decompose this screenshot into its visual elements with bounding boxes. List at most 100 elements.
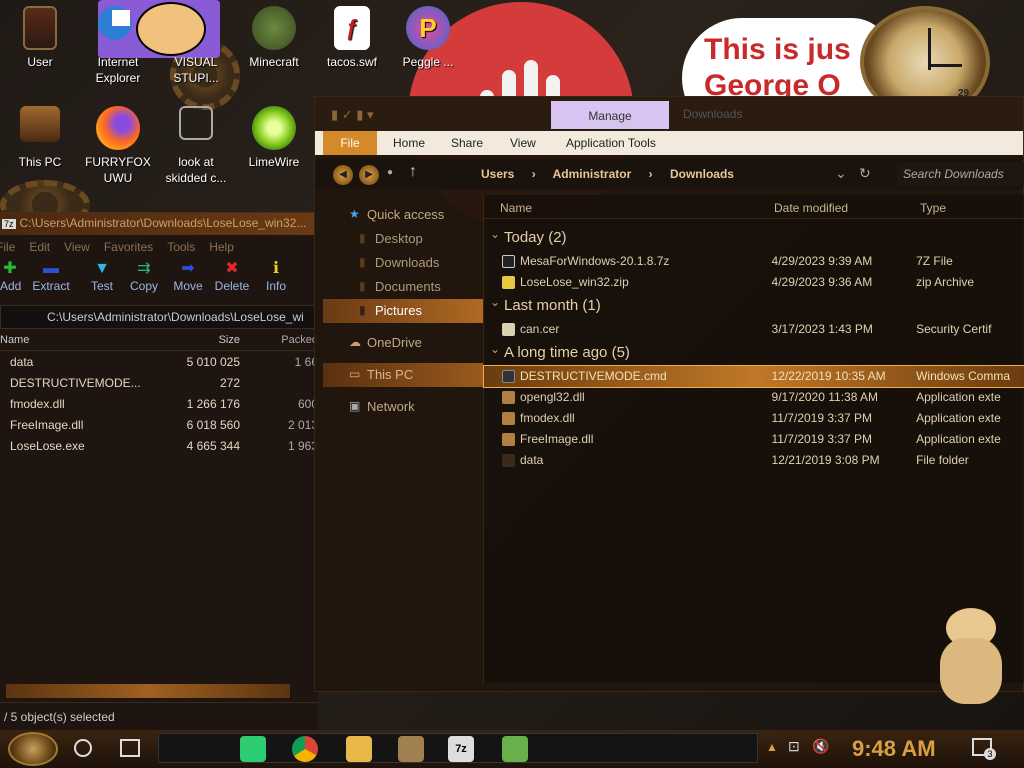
chevron-up-icon[interactable]: ▲	[766, 740, 778, 754]
col-name[interactable]: Name	[484, 201, 774, 218]
table-row[interactable]: LoseLose.exe 4 665 344 1 963	[0, 435, 318, 456]
list-item[interactable]: LoseLose_win32.zip 4/29/2023 9:36 AM zip A…	[484, 272, 1024, 293]
copy-button[interactable]: ⇉ Copy	[122, 259, 166, 303]
list-item[interactable]: opengl32.dll 9/17/2020 11:38 AM Applicatio…	[484, 387, 1024, 408]
col-date-modified[interactable]: Date modified	[774, 201, 920, 218]
explorer-title-bar[interactable]: ▮ ✓ ▮ ▾ Manage Downloads	[315, 97, 1023, 131]
nav-this-pc[interactable]: ▭ This PC	[323, 363, 483, 387]
menu-file[interactable]: File	[0, 240, 15, 254]
desktop-icon-skidded[interactable]: look at skidded c...	[156, 106, 236, 186]
7zip-horizontal-scrollbar[interactable]	[6, 684, 290, 698]
7zip-icon[interactable]: 7z	[448, 736, 474, 762]
network-status-icon[interactable]: ⊡	[788, 738, 800, 755]
list-item[interactable]: MesaForWindows-20.1.8.7z 4/29/2023 9:39 A…	[484, 251, 1024, 272]
nav-downloads[interactable]: ▮ Downloads	[323, 251, 483, 275]
row-name: data	[10, 355, 34, 369]
tab-application-tools[interactable]: Application Tools	[566, 131, 656, 155]
col-size[interactable]: Size	[150, 334, 242, 350]
nav-label: Pictures	[375, 303, 422, 318]
up-arrow-icon[interactable]: ↑	[409, 163, 417, 181]
desktop-icon-tacos-swf[interactable]: ƒ tacos.swf	[312, 6, 392, 70]
file-name: opengl32.dll	[520, 390, 585, 404]
tab-file[interactable]: File	[323, 131, 377, 155]
row-size: 5 010 025	[186, 355, 240, 369]
manage-context-tab[interactable]: Manage	[551, 101, 669, 129]
forward-button[interactable]: ▶	[359, 165, 379, 185]
list-item[interactable]: data 12/21/2019 3:08 PM File folder	[484, 450, 1024, 471]
breadcrumb-users[interactable]: Users	[481, 167, 514, 181]
group-header-today[interactable]: Today (2)	[484, 221, 1024, 251]
desktop-icon-internet-explorer[interactable]: Internet Explorer	[78, 6, 158, 86]
menu-view[interactable]: View	[64, 240, 90, 254]
desktop-icon-limewire[interactable]: LimeWire	[234, 106, 314, 170]
desktop-icon-label: look at skidded c...	[165, 155, 227, 185]
extract-button[interactable]: ▬ Extract	[20, 259, 82, 303]
group-header-last-month[interactable]: Last month (1)	[484, 289, 1024, 319]
nav-quick-access[interactable]: ★ Quick access	[323, 203, 483, 227]
table-row[interactable]: fmodex.dll 1 266 176 600	[0, 393, 318, 414]
list-item[interactable]: FreeImage.dll 11/7/2019 3:37 PM Applicatio…	[484, 429, 1024, 450]
back-button[interactable]: ◀	[333, 165, 353, 185]
list-item-selected[interactable]: DESTRUCTIVEMODE.cmd 12/22/2019 10:35 AM Wi…	[483, 365, 1024, 388]
file-explorer-icon[interactable]	[346, 736, 372, 762]
desktop-icon-peggle[interactable]: P Peggle ...	[388, 6, 468, 70]
tab-home[interactable]: Home	[393, 131, 425, 155]
table-row[interactable]: DESTRUCTIVEMODE... 272	[0, 372, 318, 393]
col-type[interactable]: Type	[920, 201, 1020, 218]
visual-studio-icon	[174, 6, 218, 50]
nav-documents[interactable]: ▮ Documents	[323, 275, 483, 299]
file-date: 9/17/2020 11:38 AM	[771, 390, 879, 404]
desktop-icon-furryfox[interactable]: FURRYFOX UWU	[78, 106, 158, 186]
delete-label: Delete	[214, 279, 250, 293]
move-button[interactable]: ➡ Move	[166, 259, 210, 303]
chevron-down-icon[interactable]: ⌄	[835, 165, 847, 182]
app-icon[interactable]	[398, 736, 424, 762]
7zip-path-field[interactable]: C:\Users\Administrator\Downloads\LoseLos…	[0, 305, 318, 329]
file-date: 12/22/2019 10:35 AM	[771, 369, 886, 383]
list-item[interactable]: fmodex.dll 11/7/2019 3:37 PM Application e…	[484, 408, 1024, 429]
cortana-icon[interactable]	[74, 739, 92, 757]
desktop-icon-user[interactable]: User	[0, 6, 80, 70]
menu-tools[interactable]: Tools	[167, 240, 195, 254]
group-header-long-ago[interactable]: A long time ago (5)	[484, 336, 1024, 366]
7zip-title-bar[interactable]: 7z C:\Users\Administrator\Downloads\LoseL…	[0, 213, 318, 235]
7zip-window[interactable]: 7z C:\Users\Administrator\Downloads\LoseL…	[0, 212, 318, 730]
breadcrumb-downloads[interactable]: Downloads	[670, 167, 734, 181]
test-button[interactable]: ▼ Test	[82, 259, 122, 303]
list-item[interactable]: can.cer 3/17/2023 1:43 PM Security Certif	[484, 319, 1024, 340]
menu-favorites[interactable]: Favorites	[104, 240, 153, 254]
col-name[interactable]: Name	[0, 334, 150, 350]
nav-network[interactable]: ▣ Network	[323, 395, 483, 419]
nav-onedrive[interactable]: ☁ OneDrive	[323, 331, 483, 355]
volume-muted-icon[interactable]: 🔇	[812, 738, 829, 755]
menu-help[interactable]: Help	[209, 240, 234, 254]
info-button[interactable]: ℹ Info	[254, 259, 298, 303]
notification-icon[interactable]: 3	[972, 738, 996, 760]
breadcrumb-administrator[interactable]: Administrator	[553, 167, 632, 181]
chrome-icon[interactable]	[292, 736, 318, 762]
tab-share[interactable]: Share	[451, 131, 483, 155]
recent-dropdown-icon[interactable]: ●	[387, 167, 393, 178]
table-row[interactable]: data 5 010 025 1 66	[0, 351, 318, 372]
table-row[interactable]: FreeImage.dll 6 018 560 2 013	[0, 414, 318, 435]
taskbar-clock[interactable]: 9:48 AM	[852, 736, 936, 762]
tab-view[interactable]: View	[510, 131, 536, 155]
task-manager-icon[interactable]	[502, 736, 528, 762]
7zip-toolbar: ✚ Add ▬ Extract ▼ Test ⇉ Copy ➡ Move ✖ Delete …	[0, 259, 318, 303]
col-packed[interactable]: Packed	[242, 334, 318, 350]
task-view-icon[interactable]	[120, 739, 140, 757]
add-button[interactable]: ✚ Add	[0, 259, 21, 303]
delete-button[interactable]: ✖ Delete	[210, 259, 254, 303]
desktop-icon-minecraft[interactable]: Minecraft	[234, 6, 314, 70]
start-button[interactable]	[8, 732, 58, 766]
desktop-icon-visual-studio[interactable]: VISUAL STUPI...	[156, 6, 236, 86]
explorer-window[interactable]: ▮ ✓ ▮ ▾ Manage Downloads File Home Share…	[314, 96, 1024, 692]
desktop-icon-this-pc[interactable]: This PC	[0, 106, 80, 170]
refresh-icon[interactable]: ↻	[859, 165, 871, 182]
nav-pictures[interactable]: ▮ Pictures	[323, 299, 483, 323]
search-input[interactable]: Search Downloads	[897, 162, 1024, 186]
nav-desktop[interactable]: ▮ Desktop	[323, 227, 483, 251]
messages-icon[interactable]	[240, 736, 266, 762]
quick-access-toolbar-icon[interactable]: ▮ ✓ ▮ ▾	[331, 107, 374, 123]
menu-edit[interactable]: Edit	[29, 240, 50, 254]
